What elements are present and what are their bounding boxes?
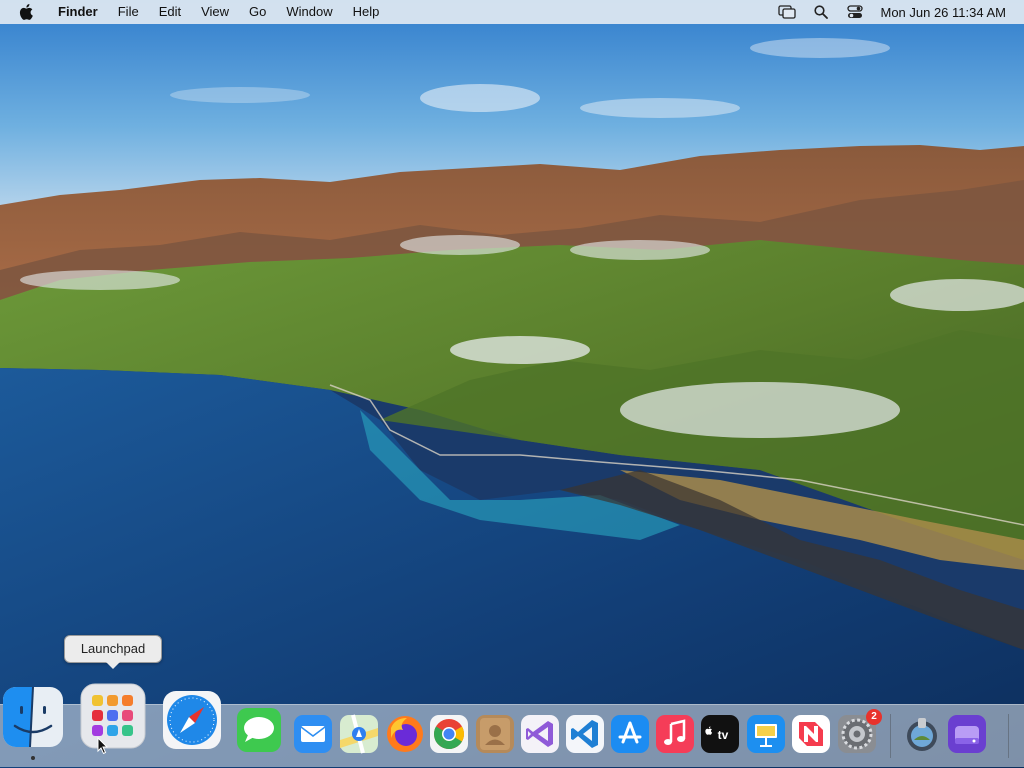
dock-item-simulator[interactable] bbox=[901, 713, 943, 755]
menu-file[interactable]: File bbox=[108, 0, 149, 24]
dock-item-launchpad[interactable] bbox=[80, 683, 146, 749]
screen-mirroring-icon[interactable] bbox=[776, 1, 798, 23]
dock-item-mail[interactable] bbox=[292, 713, 334, 755]
news-icon bbox=[792, 715, 830, 753]
dock-separator bbox=[890, 714, 891, 758]
dock-tooltip: Launchpad bbox=[64, 635, 162, 669]
simulator-icon bbox=[907, 718, 937, 751]
keynote-icon bbox=[747, 715, 785, 753]
music-icon bbox=[656, 715, 694, 753]
tv-label: tv bbox=[718, 728, 729, 742]
dock-item-contacts[interactable] bbox=[474, 713, 516, 755]
dock-item-firefox[interactable] bbox=[384, 713, 426, 755]
disk-utility-icon bbox=[948, 715, 986, 753]
dock-item-system-preferences[interactable]: 2 bbox=[836, 709, 882, 755]
menu-window[interactable]: Window bbox=[276, 0, 342, 24]
dock-item-tv[interactable]: tv bbox=[699, 713, 741, 755]
dock-item-maps[interactable] bbox=[338, 713, 380, 755]
dock-item-chrome[interactable] bbox=[428, 713, 470, 755]
dock-item-vscode[interactable] bbox=[564, 713, 606, 755]
dock-item-safari[interactable] bbox=[161, 689, 223, 751]
menu-help[interactable]: Help bbox=[343, 0, 390, 24]
menu-go[interactable]: Go bbox=[239, 0, 276, 24]
vscode-icon bbox=[566, 715, 604, 753]
finder-icon bbox=[3, 686, 63, 748]
dock-separator bbox=[1008, 714, 1009, 758]
dock-item-app-store[interactable] bbox=[609, 713, 651, 755]
menu-bar-right: Mon Jun 26 11:34 AM bbox=[764, 0, 1024, 24]
menu-bar-left: Finder File Edit View Go Window Help bbox=[0, 0, 389, 24]
maps-icon bbox=[340, 714, 378, 754]
chrome-icon bbox=[430, 715, 468, 753]
launchpad-icon bbox=[80, 683, 146, 749]
dock-item-music[interactable] bbox=[654, 713, 696, 755]
dock-item-messages[interactable] bbox=[235, 706, 283, 754]
menu-bar-clock[interactable]: Mon Jun 26 11:34 AM bbox=[880, 5, 1006, 20]
menu-bar: Finder File Edit View Go Window Help Mon… bbox=[0, 0, 1024, 24]
notification-badge: 2 bbox=[866, 709, 882, 725]
control-center-icon[interactable] bbox=[844, 1, 866, 23]
messages-icon bbox=[237, 708, 281, 752]
dock-item-disk-utility[interactable] bbox=[946, 713, 988, 755]
dock-item-finder[interactable] bbox=[2, 686, 64, 760]
apple-tv-icon: tv bbox=[701, 715, 739, 753]
contacts-icon bbox=[476, 715, 514, 753]
mail-icon bbox=[294, 715, 332, 753]
menu-app-name[interactable]: Finder bbox=[48, 0, 108, 24]
menu-edit[interactable]: Edit bbox=[149, 0, 191, 24]
dock-item-news[interactable] bbox=[790, 713, 832, 755]
dock-item-keynote[interactable] bbox=[745, 713, 787, 755]
apple-menu-icon[interactable] bbox=[16, 2, 36, 22]
dock-item-visual-studio[interactable] bbox=[519, 713, 561, 755]
spotlight-search-icon[interactable] bbox=[810, 1, 832, 23]
menu-view[interactable]: View bbox=[191, 0, 239, 24]
running-indicator bbox=[31, 756, 35, 760]
mouse-pointer-icon bbox=[97, 737, 109, 755]
safari-icon bbox=[163, 691, 221, 749]
app-store-icon bbox=[611, 715, 649, 753]
visual-studio-icon bbox=[521, 715, 559, 753]
firefox-icon bbox=[387, 716, 423, 752]
